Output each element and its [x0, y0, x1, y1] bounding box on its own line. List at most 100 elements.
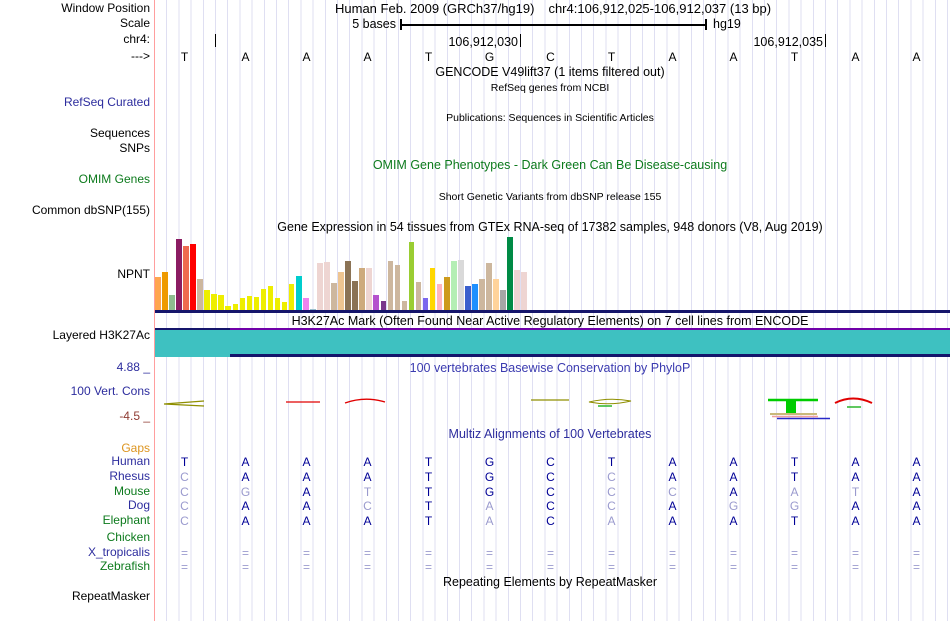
align-base-elephant-13: A: [912, 514, 921, 528]
align-base-rhesus-11: T: [790, 470, 799, 484]
align-base-zebrafish-6: =: [485, 560, 493, 574]
align-base-elephant-7: C: [546, 514, 555, 528]
align-base-human-5: T: [424, 455, 433, 469]
align-base-human-9: A: [668, 455, 677, 469]
align-base-elephant-4: A: [363, 514, 372, 528]
align-base-x_tropicalis-11: =: [790, 546, 798, 560]
align-base-rhesus-8: C: [607, 470, 616, 484]
align-base-mouse-5: T: [424, 485, 433, 499]
align-base-x_tropicalis-12: =: [851, 546, 859, 560]
align-base-zebrafish-5: =: [424, 560, 432, 574]
align-base-mouse-10: A: [729, 485, 738, 499]
align-base-dog-8: C: [607, 499, 616, 513]
align-base-zebrafish-13: =: [912, 560, 920, 574]
species-label-x_tropicalis[interactable]: X_tropicalis: [0, 546, 150, 559]
species-label-dog[interactable]: Dog: [0, 499, 150, 512]
align-base-human-4: A: [363, 455, 372, 469]
multiz-track-title[interactable]: Multiz Alignments of 100 Vertebrates: [155, 428, 945, 441]
align-base-elephant-9: A: [668, 514, 677, 528]
align-base-dog-9: A: [668, 499, 677, 513]
align-base-human-13: A: [912, 455, 921, 469]
cons-red-arc-1: [344, 398, 386, 404]
align-base-rhesus-7: C: [546, 470, 555, 484]
align-base-x_tropicalis-2: =: [241, 546, 249, 560]
cons-olive-arrow: [163, 400, 205, 407]
align-base-zebrafish-1: =: [180, 560, 188, 574]
align-base-human-6: G: [484, 455, 495, 469]
align-base-dog-11: G: [789, 499, 800, 513]
align-base-rhesus-13: A: [912, 470, 921, 484]
align-base-rhesus-2: A: [241, 470, 250, 484]
align-base-mouse-2: G: [240, 485, 251, 499]
align-base-rhesus-9: A: [668, 470, 677, 484]
align-base-elephant-2: A: [241, 514, 250, 528]
align-base-x_tropicalis-7: =: [546, 546, 554, 560]
align-base-rhesus-5: T: [424, 470, 433, 484]
align-base-elephant-8: A: [607, 514, 616, 528]
align-base-mouse-8: C: [607, 485, 616, 499]
align-base-human-1: T: [180, 455, 189, 469]
align-base-elephant-11: T: [790, 514, 799, 528]
cons-green-block: [786, 400, 796, 413]
align-base-dog-12: A: [851, 499, 860, 513]
align-base-zebrafish-11: =: [790, 560, 798, 574]
align-base-x_tropicalis-1: =: [180, 546, 188, 560]
align-base-elephant-1: C: [180, 514, 189, 528]
align-base-dog-2: A: [241, 499, 250, 513]
repeatmasker-label[interactable]: RepeatMasker: [0, 590, 150, 603]
align-base-dog-1: C: [180, 499, 189, 513]
align-base-elephant-5: T: [424, 514, 433, 528]
align-base-human-12: A: [851, 455, 860, 469]
align-base-x_tropicalis-10: =: [729, 546, 737, 560]
align-base-x_tropicalis-9: =: [668, 546, 676, 560]
species-label-zebrafish[interactable]: Zebrafish: [0, 560, 150, 573]
align-base-zebrafish-12: =: [851, 560, 859, 574]
species-label-chicken[interactable]: Chicken: [0, 531, 150, 544]
align-base-zebrafish-9: =: [668, 560, 676, 574]
align-base-dog-13: A: [912, 499, 921, 513]
align-base-mouse-1: C: [180, 485, 189, 499]
species-label-mouse[interactable]: Mouse: [0, 485, 150, 498]
align-base-mouse-3: A: [302, 485, 311, 499]
align-base-zebrafish-4: =: [363, 560, 371, 574]
align-base-rhesus-12: A: [851, 470, 860, 484]
align-base-dog-3: A: [302, 499, 311, 513]
align-base-dog-6: A: [485, 499, 494, 513]
species-label-elephant[interactable]: Elephant: [0, 514, 150, 527]
align-base-human-10: A: [729, 455, 738, 469]
align-base-x_tropicalis-6: =: [485, 546, 493, 560]
cons-red-peak: [834, 397, 873, 404]
genome-browser-image: Human Feb. 2009 (GRCh37/hg19) chr4:106,9…: [0, 0, 950, 621]
cons-olive-lens: [588, 398, 632, 405]
align-base-human-2: A: [241, 455, 250, 469]
align-base-rhesus-10: A: [729, 470, 738, 484]
align-base-human-3: A: [302, 455, 311, 469]
align-base-zebrafish-3: =: [302, 560, 310, 574]
align-base-human-11: T: [790, 455, 799, 469]
align-base-dog-5: T: [424, 499, 433, 513]
align-base-elephant-6: A: [485, 514, 494, 528]
align-base-x_tropicalis-13: =: [912, 546, 920, 560]
align-base-mouse-13: A: [912, 485, 921, 499]
align-base-human-7: C: [546, 455, 555, 469]
align-base-human-8: T: [607, 455, 616, 469]
align-base-zebrafish-7: =: [546, 560, 554, 574]
species-label-rhesus[interactable]: Rhesus: [0, 470, 150, 483]
align-base-mouse-6: G: [484, 485, 495, 499]
align-base-mouse-12: T: [851, 485, 860, 499]
align-base-mouse-9: C: [668, 485, 677, 499]
align-base-elephant-12: A: [851, 514, 860, 528]
species-label-human[interactable]: Human: [0, 455, 150, 468]
align-base-mouse-11: A: [790, 485, 799, 499]
align-base-dog-10: G: [728, 499, 739, 513]
align-base-x_tropicalis-8: =: [607, 546, 615, 560]
align-base-rhesus-6: G: [484, 470, 495, 484]
repeatmasker-track-title[interactable]: Repeating Elements by RepeatMasker: [155, 576, 945, 589]
align-base-rhesus-3: A: [302, 470, 311, 484]
align-base-elephant-10: A: [729, 514, 738, 528]
align-base-dog-4: C: [363, 499, 372, 513]
align-base-rhesus-1: C: [180, 470, 189, 484]
align-base-zebrafish-2: =: [241, 560, 249, 574]
align-base-zebrafish-8: =: [607, 560, 615, 574]
align-base-rhesus-4: A: [363, 470, 372, 484]
